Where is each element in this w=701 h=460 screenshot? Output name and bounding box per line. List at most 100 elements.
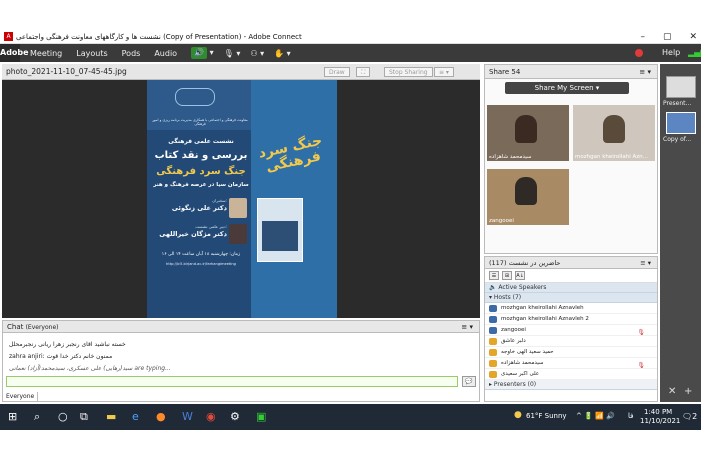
share-my-screen-button[interactable]: Share My Screen ▾ [505, 82, 629, 94]
tray-icons[interactable]: ^ 🔋 📶 🔊 [576, 412, 615, 420]
shared-poster-image: معاونت فرهنگی و اجتماعی با همکاری مدیریت… [147, 80, 337, 318]
video-pod: Share 54 ≡ ▾ Share My Screen ▾ سیدمحمد ش… [484, 64, 658, 254]
layout-label-presentation: Present... [663, 100, 692, 107]
microphone-icon: 🎙 [223, 48, 234, 58]
raise-hand-button[interactable]: ✋ ▾ [274, 49, 291, 58]
recording-indicator-icon [635, 49, 643, 57]
chat-tab-everyone[interactable]: Everyone [2, 392, 38, 402]
add-layout-icon[interactable]: + [684, 386, 692, 397]
speaker-icon: 🔊 [191, 47, 208, 59]
layout-thumb-presentation[interactable] [666, 76, 696, 98]
poster-moderator-name: دکتر مژگان خیراللهی [159, 230, 227, 238]
menu-bar: Adobe Meeting Layouts Pods Audio 🔊 ▾ 🎙 ▾… [0, 44, 701, 62]
chat-message: zahra anjiri: ممنون خانم دکتر خدا قوت [9, 353, 113, 360]
poster-heading-3: سازمان سیا در عرصه فرهنگ و هنر [153, 182, 249, 188]
share-pod-options-button[interactable]: ≡ ▾ [434, 67, 454, 77]
edge-icon[interactable]: e [132, 410, 139, 423]
minimize-button[interactable]: – [640, 30, 645, 44]
file-explorer-icon[interactable]: ▬ [106, 410, 116, 423]
attendee-row[interactable]: zangooei 🎙 [485, 325, 657, 336]
share-pod-title: photo_2021-11-10_07-45-45.jpg [6, 67, 127, 76]
participant-silhouette [515, 177, 537, 205]
menu-pods[interactable]: Pods [122, 49, 141, 58]
webcam-button[interactable]: ⚇ ▾ [250, 49, 264, 58]
hosts-group-header[interactable]: ▾ Hosts (7) [485, 293, 657, 303]
windows-taskbar: ⊞ ⌕ ○ ⧉ ▬ e ● W ◉ ⚙ ▣ ● 61°F Sunny ^ 🔋 📶… [0, 404, 701, 430]
host-icon [489, 327, 497, 334]
fullscreen-button[interactable]: ⛶ [356, 67, 371, 77]
video-tile-2[interactable]: mozhgan kheirollahi Azn... [573, 105, 655, 161]
hosts-group-label: Hosts (7) [493, 294, 522, 301]
attendee-name: سیدمحمد شاهزاده [501, 360, 544, 366]
chat-send-button[interactable]: 💬 [462, 376, 476, 387]
university-logo-icon [175, 88, 215, 106]
microphone-button[interactable]: 🎙 ▾ [224, 49, 241, 58]
list-view-icon[interactable]: ☰ [489, 271, 499, 280]
attendee-row[interactable]: mozhgan kheirollahi Aznavleh [485, 303, 657, 314]
close-button[interactable]: ✕ [689, 30, 697, 44]
search-icon[interactable]: ⌕ [34, 410, 40, 424]
menu-audio[interactable]: Audio [154, 49, 177, 58]
clock-time[interactable]: 1:40 PM [644, 408, 672, 416]
attendee-row[interactable]: mozhgan kheirollahi Aznavleh 2 [485, 314, 657, 325]
poster-speaker-label: سخنران: [212, 198, 227, 203]
attendee-row[interactable]: دلبر عاشق [485, 336, 657, 347]
chat-message-input[interactable] [6, 376, 458, 387]
word-icon[interactable]: W [182, 410, 193, 423]
chat-pod-title: Chat [7, 323, 24, 331]
participant-silhouette [603, 115, 625, 143]
task-view-icon[interactable]: ⧉ [80, 410, 88, 424]
book-cover-image [257, 198, 303, 262]
fullscreen-icon: ⛶ [361, 69, 366, 76]
attendees-pod-title: حاضرین در نشست [508, 259, 561, 267]
firefox-icon[interactable]: ● [156, 410, 166, 423]
speaker-button[interactable]: 🔊 ▾ [191, 47, 214, 59]
active-speakers-row: 🔈 Active Speakers [485, 283, 657, 293]
menu-help[interactable]: Help [662, 44, 680, 62]
draw-button[interactable]: Draw [324, 67, 350, 77]
notifications-icon[interactable]: 🗨2 [682, 412, 697, 421]
chat-pod-header: Chat (Everyone) ≡ ▾ [3, 321, 479, 333]
video-tile-name: سیدمحمد شاهزاده [489, 154, 532, 160]
input-language[interactable]: فا [628, 412, 633, 420]
settings-gear-icon[interactable]: ⚙ [230, 410, 240, 423]
sort-icon[interactable]: A↓ [515, 271, 525, 280]
attendee-name: zangooei [501, 327, 526, 333]
chrome-icon[interactable]: ◉ [206, 410, 216, 423]
host-icon [489, 305, 497, 312]
clock-date[interactable]: 11/10/2021 [640, 417, 680, 425]
attendees-toolbar: ☰ ⊞ A↓ [485, 269, 657, 283]
video-pod-options-icon[interactable]: ≡ ▾ [639, 65, 651, 79]
presenters-group-header[interactable]: ▸ Presenters (0) [485, 380, 657, 390]
menu-meeting[interactable]: Meeting [30, 49, 62, 58]
chat-scope: (Everyone) [25, 324, 59, 331]
chat-pod-options-icon[interactable]: ≡ ▾ [461, 321, 473, 333]
video-pod-header: Share 54 ≡ ▾ [485, 65, 657, 79]
attendees-pod-options-icon[interactable]: ≡ ▾ [640, 257, 651, 269]
notification-count: 2 [692, 412, 698, 421]
windows-start-icon[interactable]: ⊞ [8, 410, 17, 423]
presenters-group-label: Presenters (0) [493, 381, 537, 388]
host-icon [489, 316, 497, 323]
video-tile-name: mozhgan kheirollahi Azn... [575, 154, 648, 160]
adobe-connect-taskbar-icon[interactable]: ▣ [256, 410, 266, 423]
cortana-icon[interactable]: ○ [58, 410, 68, 423]
typing-indicator: سید(رهایی) علی عسکری، سیدمحمد(آزاد) نعما… [9, 365, 171, 372]
maximize-button[interactable]: ▢ [663, 30, 672, 44]
attendee-row[interactable]: سیدمحمد شاهزاده 🎙 [485, 358, 657, 369]
video-tile-1[interactable]: سیدمحمد شاهزاده [487, 105, 569, 161]
active-speakers-label: Active Speakers [498, 284, 547, 291]
attendee-row[interactable]: حمید سعید الهی خاوجه [485, 347, 657, 358]
stop-sharing-button[interactable]: Stop Sharing [384, 67, 433, 77]
attendee-row[interactable]: علی اکبر سعیدی [485, 369, 657, 380]
close-layout-icon[interactable]: ✕ [668, 386, 676, 397]
attendee-name: mozhgan kheirollahi Aznavleh 2 [501, 316, 589, 322]
book-cover-art [262, 221, 298, 251]
speaker-icon: 🔈 [489, 284, 497, 291]
grid-view-icon[interactable]: ⊞ [502, 271, 512, 280]
poster-time: زمان: چهارشنبه ۱۸ آبان ساعت ۱۴ الی ۱۶ [161, 252, 241, 257]
weather-text[interactable]: 61°F Sunny [526, 412, 567, 420]
video-tile-3[interactable]: zangooei [487, 169, 569, 225]
layout-thumb-copy[interactable] [666, 112, 696, 134]
menu-layouts[interactable]: Layouts [76, 49, 107, 58]
